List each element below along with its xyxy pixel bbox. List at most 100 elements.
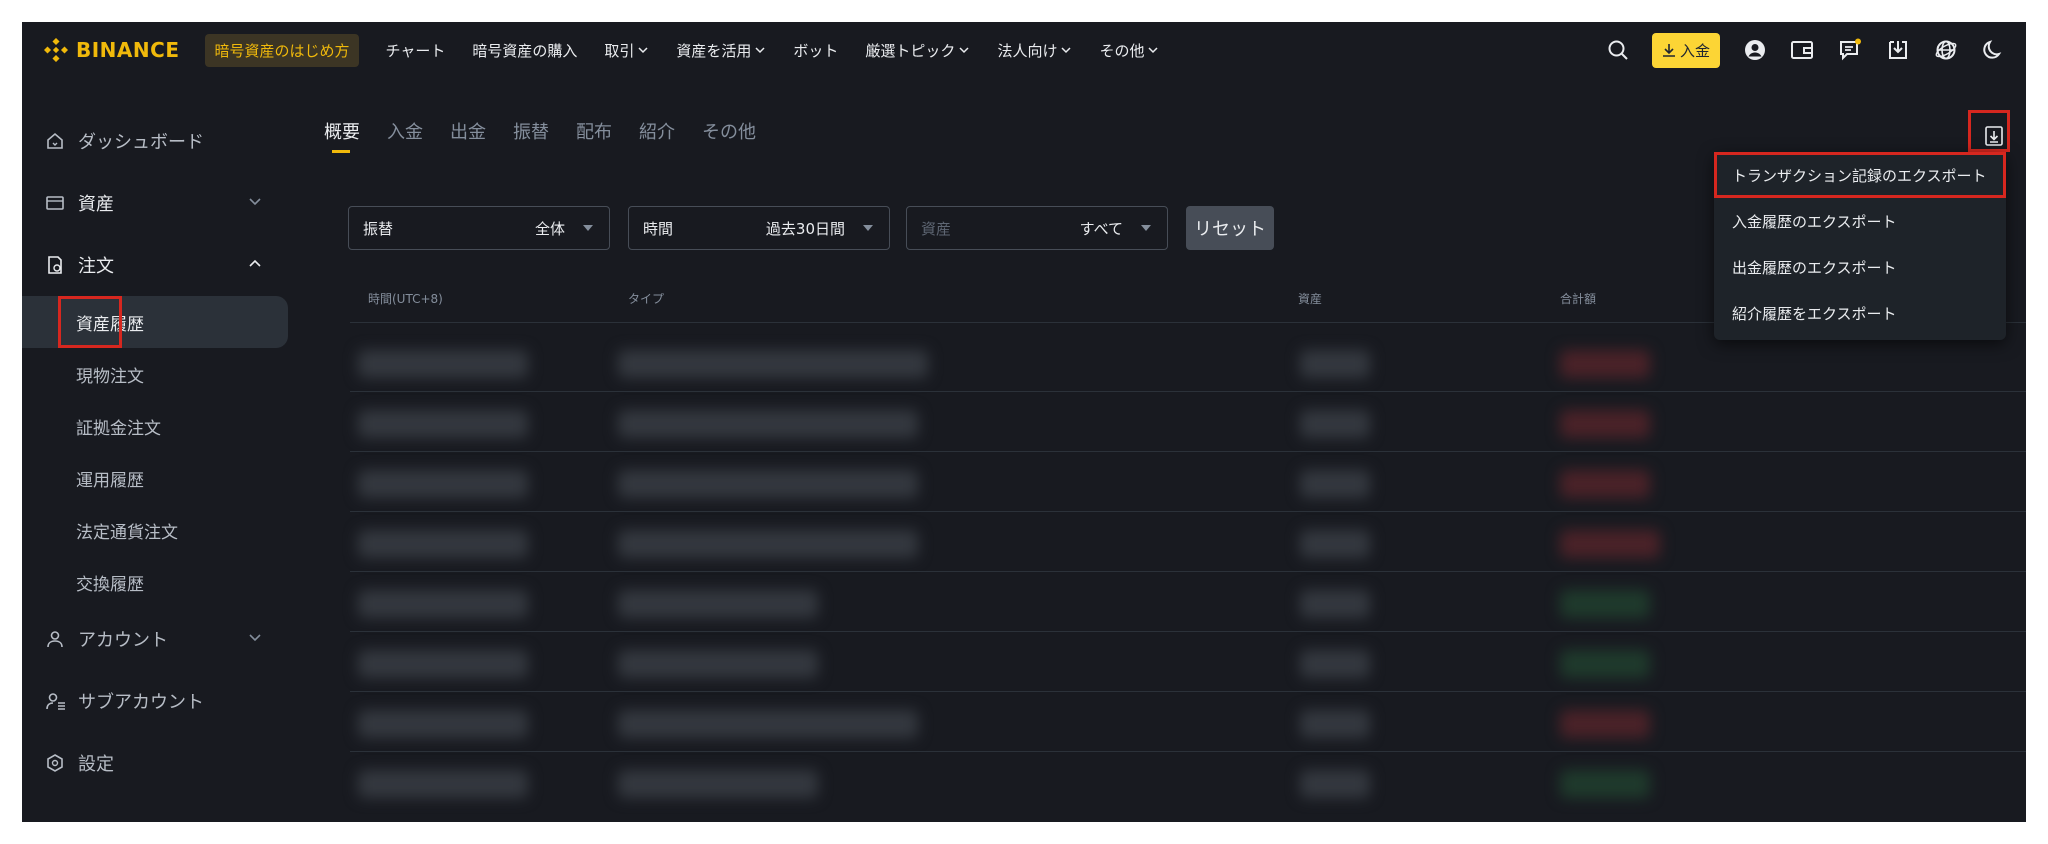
download-icon[interactable] <box>1886 38 1910 62</box>
nav-chart-label: チャート <box>385 41 446 60</box>
column-header-amount[interactable]: 合計額 <box>1560 290 1596 307</box>
sidebar-sub-label: 交換履歴 <box>76 574 144 595</box>
user-icon[interactable] <box>1744 39 1766 61</box>
highlight-box <box>58 296 122 348</box>
sidebar-item-settings[interactable]: 設定 <box>22 732 290 794</box>
nav-buy-crypto-label: 暗号資産の購入 <box>472 41 578 60</box>
caret-down-icon <box>1141 225 1151 231</box>
sidebar-item-asset-history[interactable]: 資産履歴 <box>22 296 288 348</box>
sidebar-item-spot-orders[interactable]: 現物注文 <box>22 348 290 400</box>
download-arrow-icon <box>1662 44 1675 57</box>
tab-other[interactable]: その他 <box>702 118 756 154</box>
subaccount-icon <box>46 692 70 710</box>
table-row <box>350 692 2026 752</box>
nav-institutional-label: 法人向け <box>997 41 1058 60</box>
nav-institutional[interactable]: 法人向け <box>997 40 1072 61</box>
message-icon[interactable] <box>1838 38 1862 62</box>
nav-topics[interactable]: 厳選トピック <box>865 40 970 61</box>
menu-item-label: 出金履歴のエクスポート <box>1732 258 1897 277</box>
sidebar: ダッシュボード 資産 注文 資産履歴 現物注文 証拠金注文 運用履歴 法定通貨注… <box>22 110 290 794</box>
nav-topics-label: 厳選トピック <box>865 41 956 60</box>
tab-withdraw[interactable]: 出金 <box>450 118 486 154</box>
binance-logo[interactable]: BINANCE <box>44 38 179 62</box>
sidebar-item-fiat-orders[interactable]: 法定通貨注文 <box>22 504 290 556</box>
table-row <box>350 572 2026 632</box>
table-row <box>350 512 2026 572</box>
brand-name: BINANCE <box>76 38 180 62</box>
tab-deposit[interactable]: 入金 <box>387 118 423 154</box>
sidebar-sub-label: 法定通貨注文 <box>76 522 178 543</box>
highlight-box <box>1714 152 2006 198</box>
deposit-button[interactable]: 入金 <box>1651 32 1720 68</box>
sidebar-label: ダッシュボード <box>78 132 204 153</box>
nav-trade-label: 取引 <box>604 41 635 60</box>
tab-overview[interactable]: 概要 <box>324 118 360 154</box>
chevron-down-icon <box>755 47 765 54</box>
filter-label: 振替 <box>363 219 394 238</box>
moon-icon[interactable] <box>1982 39 2004 61</box>
chevron-down-icon <box>1061 47 1071 54</box>
search-icon[interactable] <box>1606 38 1630 62</box>
nav-buy-crypto[interactable]: 暗号資産の購入 <box>472 40 577 61</box>
menu-item-export-withdrawals[interactable]: 出金履歴のエクスポート <box>1714 244 2006 290</box>
menu-item-label: 紹介履歴をエクスポート <box>1732 304 1897 323</box>
sidebar-item-convert-history[interactable]: 交換履歴 <box>22 556 290 608</box>
menu-item-export-deposits[interactable]: 入金履歴のエクスポート <box>1714 198 2006 244</box>
sidebar-label: 資産 <box>78 194 114 215</box>
sidebar-item-subaccount[interactable]: サブアカウント <box>22 670 290 732</box>
sidebar-item-dashboard[interactable]: ダッシュボード <box>22 110 290 172</box>
nav-bot[interactable]: ボット <box>793 40 838 61</box>
sidebar-item-orders[interactable]: 注文 <box>22 234 290 296</box>
column-header-type[interactable]: タイプ <box>628 290 664 307</box>
sidebar-sub-label: 証拠金注文 <box>76 418 161 439</box>
person-icon <box>46 630 70 648</box>
table-row <box>350 332 2026 392</box>
column-header-asset[interactable]: 資産 <box>1298 290 1322 307</box>
type-filter-select[interactable]: 振替 全体 <box>348 206 610 250</box>
deposit-label: 入金 <box>1679 41 1710 60</box>
filter-label: 時間 <box>643 219 674 238</box>
gear-icon <box>46 754 70 772</box>
orders-icon <box>46 256 70 274</box>
sidebar-item-earn-history[interactable]: 運用履歴 <box>22 452 290 504</box>
nav-beginner-guide[interactable]: 暗号資産のはじめ方 <box>205 33 359 67</box>
sidebar-item-margin-orders[interactable]: 証拠金注文 <box>22 400 290 452</box>
globe-icon[interactable] <box>1934 38 1958 62</box>
binance-logo-icon <box>44 38 68 62</box>
sidebar-sub-label: 運用履歴 <box>76 470 144 491</box>
reset-button[interactable]: リセット <box>1186 206 1274 250</box>
tab-transfer[interactable]: 振替 <box>513 118 549 154</box>
nav-chart[interactable]: チャート <box>386 40 446 61</box>
nav-trade[interactable]: 取引 <box>604 40 649 61</box>
nav-more[interactable]: その他 <box>1099 40 1159 61</box>
menu-item-export-transactions[interactable]: トランザクション記録のエクスポート <box>1714 152 2006 198</box>
filter-label: 資産 <box>921 219 952 238</box>
menu-item-export-referrals[interactable]: 紹介履歴をエクスポート <box>1714 290 2006 336</box>
chevron-down-icon <box>249 198 261 206</box>
tab-referral[interactable]: 紹介 <box>639 118 675 154</box>
sidebar-item-assets[interactable]: 資産 <box>22 172 290 234</box>
sidebar-item-account[interactable]: アカウント <box>22 608 290 670</box>
table-row <box>350 752 2026 812</box>
top-nav: BINANCE 暗号資産のはじめ方 チャート 暗号資産の購入 取引 資産を活用 … <box>22 22 2026 78</box>
caret-down-icon <box>863 225 873 231</box>
highlight-box <box>1968 110 2010 152</box>
chevron-up-icon <box>249 259 261 267</box>
chevron-down-icon <box>959 47 969 54</box>
asset-filter-select[interactable]: 資産 すべて <box>906 206 1168 250</box>
home-icon <box>46 132 70 150</box>
filter-value: 全体 <box>534 219 565 238</box>
wallet-icon <box>46 195 70 211</box>
time-filter-select[interactable]: 時間 過去30日間 <box>628 206 890 250</box>
tab-distribution[interactable]: 配布 <box>576 118 612 154</box>
chevron-down-icon <box>249 634 261 642</box>
column-header-time[interactable]: 時間(UTC+8) <box>368 290 443 307</box>
nav-earn[interactable]: 資産を活用 <box>676 40 766 61</box>
sidebar-label: サブアカウント <box>78 692 204 713</box>
chevron-down-icon <box>1148 47 1158 54</box>
table-row <box>350 392 2026 452</box>
nav-bot-label: ボット <box>793 41 839 60</box>
wallet-icon[interactable] <box>1790 39 1814 61</box>
nav-earn-label: 資産を活用 <box>676 41 752 60</box>
export-button[interactable] <box>1968 110 2014 156</box>
